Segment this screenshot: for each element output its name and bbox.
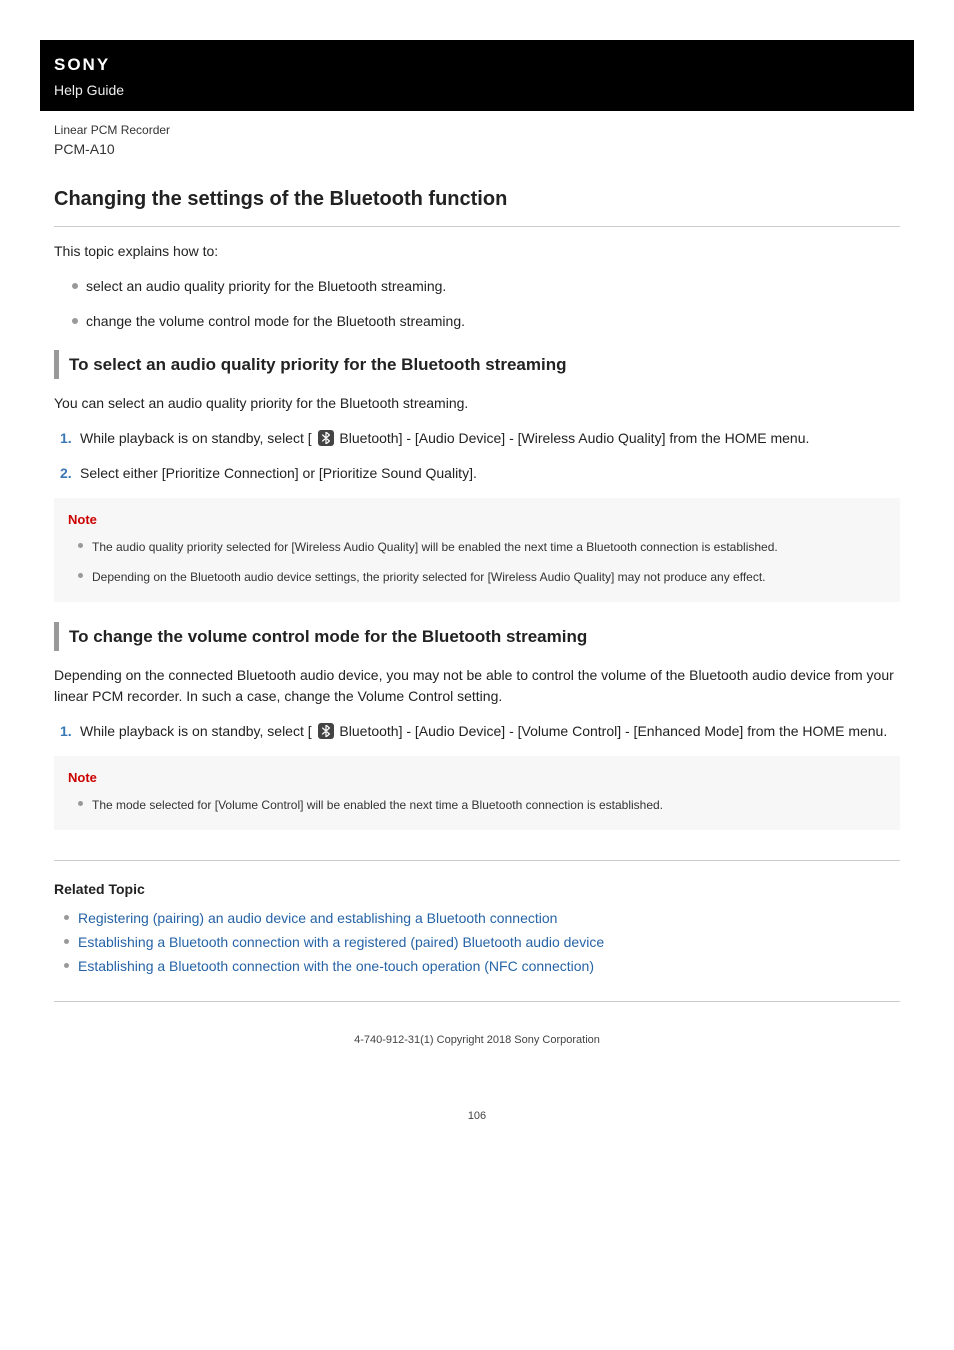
brand-logo: SONY [54,52,900,78]
intro-bullet: change the volume control mode for the B… [72,311,900,332]
step-number: 2. [60,463,72,484]
bluetooth-icon [318,723,334,739]
note-title: Note [68,768,886,788]
section-heading-audio-quality: To select an audio quality priority for … [54,350,900,380]
related-item: Registering (pairing) an audio device an… [64,908,900,929]
step-item: 2. Select either [Prioritize Connection]… [60,463,900,484]
related-divider [54,860,900,861]
step-number: 1. [60,428,72,449]
related-topic-title: Related Topic [54,879,900,900]
page-number: 106 [0,1108,954,1125]
note-block: Note The mode selected for [Volume Contr… [54,756,900,830]
section-heading-volume-control: To change the volume control mode for th… [54,622,900,652]
related-link[interactable]: Establishing a Bluetooth connection with… [78,934,604,950]
step-text-suffix: Bluetooth] - [Audio Device] - [Wireless … [336,430,810,446]
related-item: Establishing a Bluetooth connection with… [64,932,900,953]
step-text-prefix: While playback is on standby, select [ [80,723,316,739]
related-link[interactable]: Establishing a Bluetooth connection with… [78,958,594,974]
related-list: Registering (pairing) an audio device an… [54,908,900,977]
section2-steps: 1. While playback is on standby, select … [54,721,900,742]
header-bar: SONY Help Guide [40,40,914,111]
note-item: Depending on the Bluetooth audio device … [78,568,886,586]
step-item: 1. While playback is on standby, select … [60,428,900,449]
note-title: Note [68,510,886,530]
page-title: Changing the settings of the Bluetooth f… [40,166,914,226]
note-block: Note The audio quality priority selected… [54,498,900,602]
intro-text: This topic explains how to: [54,241,900,262]
note-item: The mode selected for [Volume Control] w… [78,796,886,814]
intro-bullet: select an audio quality priority for the… [72,276,900,297]
step-text-suffix: Bluetooth] - [Audio Device] - [Volume Co… [336,723,888,739]
section1-steps: 1. While playback is on standby, select … [54,428,900,484]
copyright: 4-740-912-31(1) Copyright 2018 Sony Corp… [40,1002,914,1089]
step-text-prefix: While playback is on standby, select [ [80,430,316,446]
section1-desc: You can select an audio quality priority… [54,393,900,414]
related-item: Establishing a Bluetooth connection with… [64,956,900,977]
step-text: Select either [Prioritize Connection] or… [80,465,477,481]
step-number: 1. [60,721,72,742]
intro-bullet-list: select an audio quality priority for the… [54,276,900,332]
guide-label: Help Guide [54,80,900,101]
product-info: Linear PCM Recorder PCM-A10 [40,111,914,166]
note-item: The audio quality priority selected for … [78,538,886,556]
note-list: The mode selected for [Volume Control] w… [68,796,886,814]
product-category: Linear PCM Recorder [54,121,900,139]
note-list: The audio quality priority selected for … [68,538,886,586]
related-link[interactable]: Registering (pairing) an audio device an… [78,910,557,926]
product-model: PCM-A10 [54,139,900,160]
step-item: 1. While playback is on standby, select … [60,721,900,742]
section2-desc: Depending on the connected Bluetooth aud… [54,665,900,707]
bluetooth-icon [318,430,334,446]
